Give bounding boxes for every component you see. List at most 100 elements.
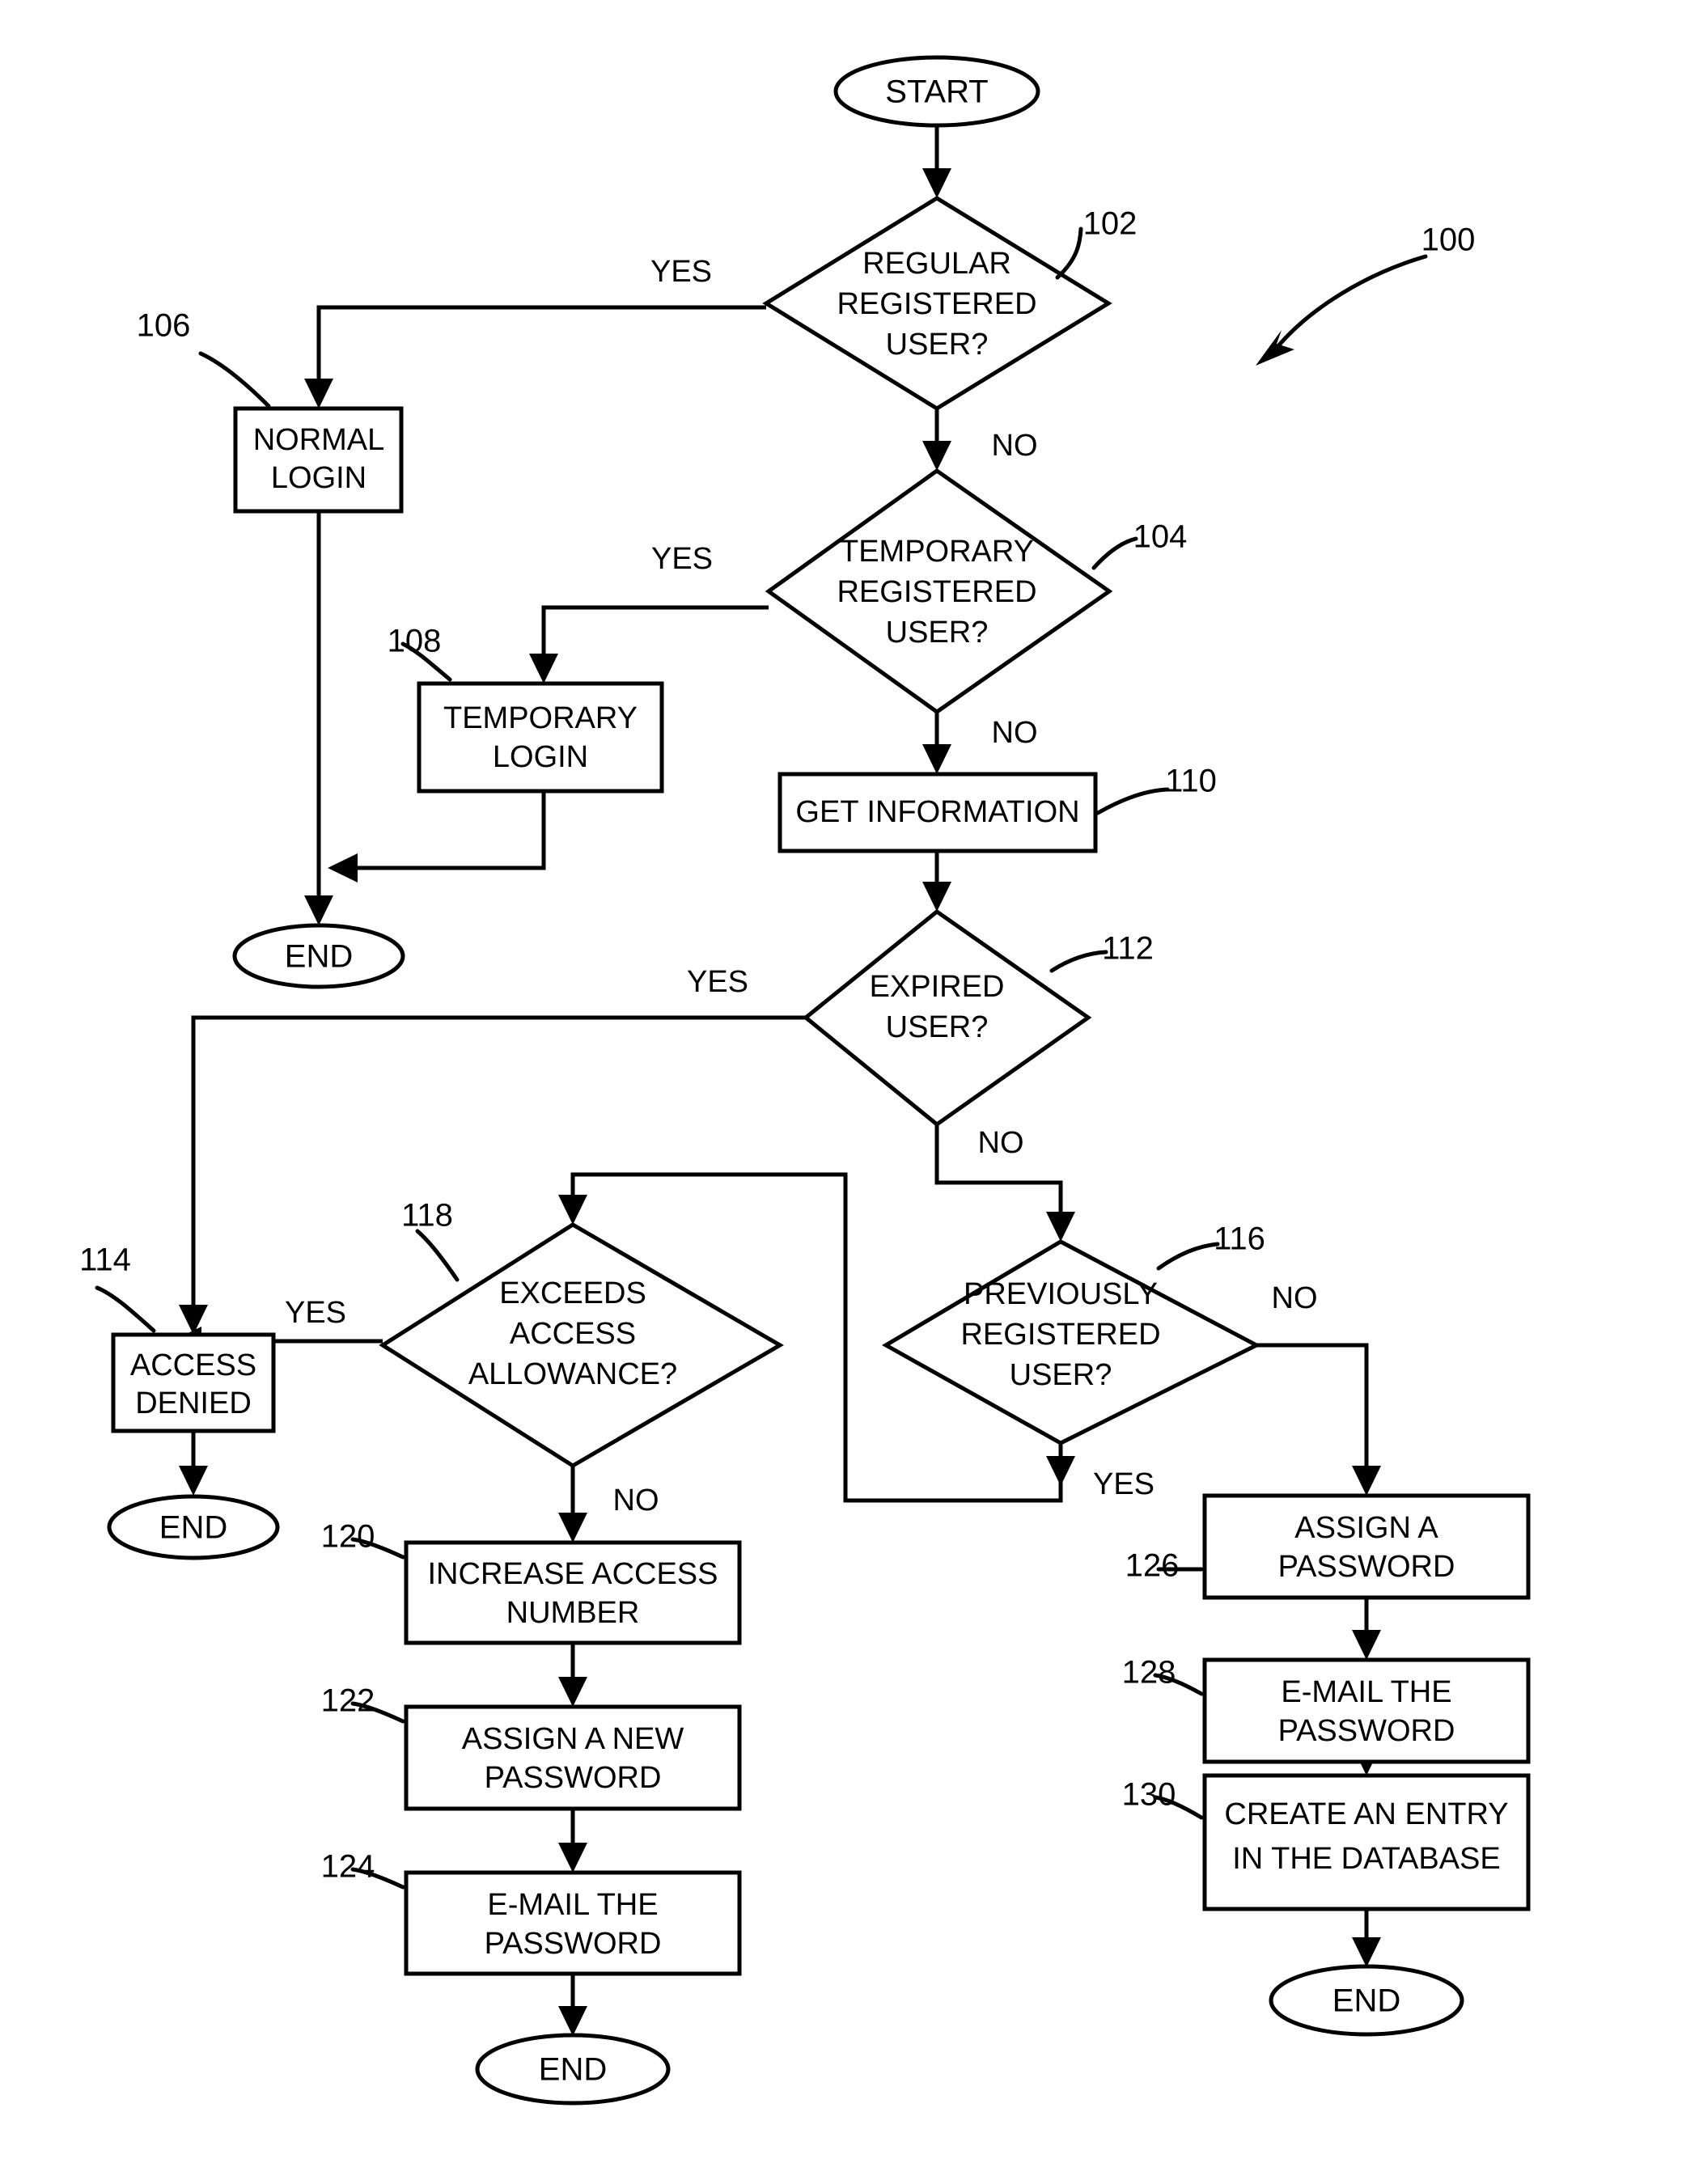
ref-label-108: 108 bbox=[388, 624, 442, 659]
ref-label-128: 128 bbox=[1122, 1655, 1176, 1691]
node-end-renew-label: END bbox=[539, 2052, 607, 2088]
node-start-label: START bbox=[885, 74, 988, 110]
ref-leader-104: 104 bbox=[1091, 519, 1188, 570]
node-end-new-label: END bbox=[1332, 1983, 1400, 2019]
flowchart-canvas: START REGULAR REGISTERED USER? 102 100 N… bbox=[79, 55, 1531, 2106]
edge-122-to-124 bbox=[558, 1809, 587, 1873]
ref-label-120: 120 bbox=[321, 1519, 375, 1555]
ref-label-114: 114 bbox=[79, 1242, 131, 1278]
edge-label-102-no: NO bbox=[992, 429, 1038, 463]
edge-label-104-no: NO bbox=[992, 716, 1038, 750]
edge-label-116-no: NO bbox=[1272, 1281, 1318, 1315]
node-118-line3: ALLOWANCE? bbox=[468, 1357, 677, 1391]
node-128-email-the-password[interactable]: E-MAIL THE PASSWORD bbox=[1202, 1657, 1531, 1764]
edge-label-112-no: NO bbox=[978, 1126, 1024, 1160]
node-116-previously-registered-user[interactable]: PREVIOUSLY REGISTERED USER? bbox=[881, 1239, 1261, 1445]
node-120-increase-access-number[interactable]: INCREASE ACCESS NUMBER bbox=[404, 1540, 742, 1645]
ref-label-124: 124 bbox=[321, 1849, 375, 1885]
node-124-line2: PASSWORD bbox=[485, 1927, 662, 1961]
ref-leader-124: 124 bbox=[321, 1849, 405, 1890]
node-end-login-label: END bbox=[285, 939, 353, 975]
node-104-line1: TEMPORARY bbox=[840, 535, 1034, 569]
edge-130-to-end-new bbox=[1352, 1909, 1381, 1967]
ref-leader-106: 106 bbox=[137, 308, 271, 408]
node-end-new[interactable]: END bbox=[1269, 1964, 1464, 2037]
edge-label-112-yes: YES bbox=[687, 965, 748, 999]
node-end-denied[interactable]: END bbox=[107, 1494, 280, 1560]
ref-leader-130: 130 bbox=[1122, 1777, 1204, 1820]
ref-leader-108: 108 bbox=[388, 624, 452, 682]
ref-label-130: 130 bbox=[1122, 1777, 1176, 1813]
node-120-line2: NUMBER bbox=[506, 1596, 640, 1630]
ref-label-126: 126 bbox=[1125, 1548, 1180, 1584]
ref-leader-114: 114 bbox=[79, 1242, 156, 1333]
node-120-line1: INCREASE ACCESS bbox=[428, 1557, 718, 1591]
edge-label-116-yes: YES bbox=[1093, 1467, 1155, 1501]
node-114-access-denied[interactable]: ACCESS DENIED bbox=[111, 1332, 276, 1433]
edge-110-to-112 bbox=[922, 851, 951, 912]
ref-leader-128: 128 bbox=[1122, 1655, 1204, 1696]
node-130-line1: CREATE AN ENTRY bbox=[1224, 1797, 1508, 1831]
edge-120-to-122 bbox=[558, 1643, 587, 1707]
edge-108-to-merge bbox=[328, 791, 546, 882]
node-128-line1: E-MAIL THE bbox=[1281, 1675, 1451, 1709]
node-102-line2: REGISTERED bbox=[837, 287, 1036, 321]
ref-label-112: 112 bbox=[1102, 931, 1154, 967]
edge-label-118-no: NO bbox=[613, 1484, 659, 1517]
ref-label-118: 118 bbox=[401, 1198, 453, 1234]
node-112-line2: USER? bbox=[886, 1010, 989, 1044]
node-106-line1: NORMAL bbox=[253, 423, 385, 457]
node-104-temporary-registered-user[interactable]: TEMPORARY REGISTERED USER? bbox=[765, 468, 1113, 715]
node-106-line2: LOGIN bbox=[271, 461, 366, 495]
node-110-line1: GET INFORMATION bbox=[795, 795, 1079, 829]
edge-118-no-to-120 bbox=[558, 1466, 587, 1543]
node-102-regular-registered-user[interactable]: REGULAR REGISTERED USER? bbox=[762, 196, 1112, 411]
ref-label-122: 122 bbox=[321, 1683, 375, 1719]
ref-label-116: 116 bbox=[1214, 1221, 1265, 1257]
flowchart-page: START REGULAR REGISTERED USER? 102 100 N… bbox=[0, 0, 1682, 2184]
edge-114-to-end-denied bbox=[179, 1431, 208, 1496]
node-122-assign-a-new-password[interactable]: ASSIGN A NEW PASSWORD bbox=[404, 1704, 742, 1811]
edge-104-yes-to-108 bbox=[529, 605, 769, 684]
node-122-line2: PASSWORD bbox=[485, 1761, 662, 1795]
edge-124-to-end-renew bbox=[558, 1974, 587, 2036]
node-112-expired-user[interactable]: EXPIRED USER? bbox=[803, 908, 1092, 1128]
ref-leader-116: 116 bbox=[1156, 1221, 1265, 1271]
ref-leader-102: 102 bbox=[1055, 206, 1137, 280]
node-124-line1: E-MAIL THE bbox=[487, 1888, 658, 1922]
ref-leader-122: 122 bbox=[321, 1683, 405, 1724]
node-116-line1: PREVIOUSLY bbox=[964, 1277, 1158, 1311]
node-124-email-the-password[interactable]: E-MAIL THE PASSWORD bbox=[404, 1870, 742, 1976]
node-126-line2: PASSWORD bbox=[1278, 1550, 1455, 1584]
edge-126-to-128 bbox=[1352, 1598, 1381, 1660]
edge-104-no-to-110 bbox=[922, 712, 951, 774]
node-122-line1: ASSIGN A NEW bbox=[462, 1722, 684, 1756]
node-130-create-an-entry-in-the-database[interactable]: CREATE AN ENTRY IN THE DATABASE bbox=[1202, 1773, 1531, 1911]
node-116-line2: REGISTERED bbox=[960, 1318, 1160, 1352]
edge-106-to-end-login bbox=[304, 511, 333, 925]
node-end-renew[interactable]: END bbox=[475, 2033, 671, 2106]
ref-leader-120: 120 bbox=[321, 1519, 405, 1560]
ref-label-104: 104 bbox=[1133, 519, 1188, 555]
edge-start-to-102 bbox=[922, 125, 951, 198]
edge-label-102-yes: YES bbox=[650, 255, 712, 289]
node-114-line2: DENIED bbox=[135, 1386, 252, 1420]
node-104-line2: REGISTERED bbox=[837, 575, 1036, 609]
node-end-login[interactable]: END bbox=[232, 923, 405, 989]
node-108-line1: TEMPORARY bbox=[443, 701, 638, 735]
ref-leader-110: 110 bbox=[1095, 764, 1217, 815]
node-126-assign-a-password[interactable]: ASSIGN A PASSWORD bbox=[1202, 1493, 1531, 1600]
node-start[interactable]: START bbox=[833, 55, 1040, 128]
edge-label-118-yes: YES bbox=[285, 1296, 346, 1330]
node-114-line1: ACCESS bbox=[130, 1348, 256, 1382]
node-108-line2: LOGIN bbox=[493, 740, 588, 774]
node-104-line3: USER? bbox=[886, 616, 989, 650]
ref-label-106: 106 bbox=[137, 308, 191, 344]
ref-label-110: 110 bbox=[1165, 764, 1217, 799]
node-102-line3: USER? bbox=[886, 328, 989, 362]
node-106-normal-login[interactable]: NORMAL LOGIN bbox=[233, 406, 404, 514]
node-110-get-information[interactable]: GET INFORMATION bbox=[777, 772, 1098, 853]
node-118-line2: ACCESS bbox=[510, 1317, 636, 1351]
node-108-temporary-login[interactable]: TEMPORARY LOGIN bbox=[417, 681, 664, 794]
edge-102-no-to-104 bbox=[922, 408, 951, 471]
